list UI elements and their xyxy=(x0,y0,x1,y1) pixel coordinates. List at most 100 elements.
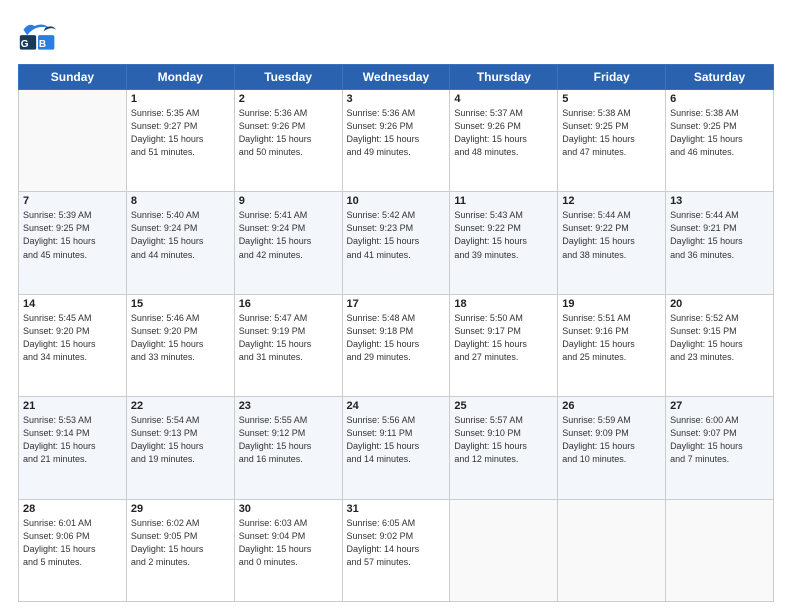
day-info: Sunrise: 6:01 AM Sunset: 9:06 PM Dayligh… xyxy=(23,517,122,569)
day-info: Sunrise: 5:57 AM Sunset: 9:10 PM Dayligh… xyxy=(454,414,553,466)
day-number: 6 xyxy=(670,93,769,105)
day-info: Sunrise: 5:45 AM Sunset: 9:20 PM Dayligh… xyxy=(23,312,122,364)
day-info: Sunrise: 6:00 AM Sunset: 9:07 PM Dayligh… xyxy=(670,414,769,466)
day-number: 26 xyxy=(562,400,661,412)
calendar-cell: 4 Sunrise: 5:37 AM Sunset: 9:26 PM Daylig… xyxy=(450,90,558,192)
day-number: 16 xyxy=(239,298,338,310)
calendar-header-row: SundayMondayTuesdayWednesdayThursdayFrid… xyxy=(19,65,774,90)
day-info: Sunrise: 5:51 AM Sunset: 9:16 PM Dayligh… xyxy=(562,312,661,364)
day-info: Sunrise: 5:52 AM Sunset: 9:15 PM Dayligh… xyxy=(670,312,769,364)
day-info: Sunrise: 6:02 AM Sunset: 9:05 PM Dayligh… xyxy=(131,517,230,569)
day-info: Sunrise: 5:35 AM Sunset: 9:27 PM Dayligh… xyxy=(131,107,230,159)
calendar-cell: 23Sunrise: 5:55 AM Sunset: 9:12 PM Dayli… xyxy=(234,397,342,499)
day-info: Sunrise: 5:47 AM Sunset: 9:19 PM Dayligh… xyxy=(239,312,338,364)
day-info: Sunrise: 5:56 AM Sunset: 9:11 PM Dayligh… xyxy=(347,414,446,466)
day-number: 3 xyxy=(347,93,446,105)
day-info: Sunrise: 5:54 AM Sunset: 9:13 PM Dayligh… xyxy=(131,414,230,466)
day-number: 2 xyxy=(239,93,338,105)
day-number: 27 xyxy=(670,400,769,412)
calendar-cell: 7 Sunrise: 5:39 AM Sunset: 9:25 PM Daylig… xyxy=(19,192,127,294)
calendar-cell: 20 Sunrise: 5:52 AM Sunset: 9:15 PM Dayli… xyxy=(666,294,774,396)
svg-text:B: B xyxy=(39,39,46,50)
calendar-cell: 27 Sunrise: 6:00 AM Sunset: 9:07 PM Dayli… xyxy=(666,397,774,499)
page: G B SundayMondayTuesdayWednesdayThursday… xyxy=(0,0,792,612)
calendar-cell: 22 Sunrise: 5:54 AM Sunset: 9:13 PM Dayli… xyxy=(126,397,234,499)
col-header-sunday: Sunday xyxy=(19,65,127,90)
day-number: 13 xyxy=(670,195,769,207)
week-row-2: 7 Sunrise: 5:39 AM Sunset: 9:25 PM Daylig… xyxy=(19,192,774,294)
day-number: 12 xyxy=(562,195,661,207)
day-info: Sunrise: 5:40 AM Sunset: 9:24 PM Dayligh… xyxy=(131,209,230,261)
day-number: 9 xyxy=(239,195,338,207)
calendar-cell: 3 Sunrise: 5:36 AM Sunset: 9:26 PM Daylig… xyxy=(342,90,450,192)
calendar-cell: 30Sunrise: 6:03 AM Sunset: 9:04 PM Dayli… xyxy=(234,499,342,601)
day-number: 31 xyxy=(347,503,446,515)
calendar-cell: 8Sunrise: 5:40 AM Sunset: 9:24 PM Daylig… xyxy=(126,192,234,294)
day-number: 4 xyxy=(454,93,553,105)
day-number: 25 xyxy=(454,400,553,412)
calendar-cell: 17 Sunrise: 5:48 AM Sunset: 9:18 PM Dayli… xyxy=(342,294,450,396)
day-number: 7 xyxy=(23,195,122,207)
calendar-cell: 2Sunrise: 5:36 AM Sunset: 9:26 PM Daylig… xyxy=(234,90,342,192)
header: G B xyxy=(18,18,774,54)
day-number: 1 xyxy=(131,93,230,105)
col-header-tuesday: Tuesday xyxy=(234,65,342,90)
col-header-wednesday: Wednesday xyxy=(342,65,450,90)
day-number: 15 xyxy=(131,298,230,310)
day-info: Sunrise: 5:50 AM Sunset: 9:17 PM Dayligh… xyxy=(454,312,553,364)
week-row-5: 28 Sunrise: 6:01 AM Sunset: 9:06 PM Dayli… xyxy=(19,499,774,601)
logo: G B xyxy=(18,18,60,54)
col-header-thursday: Thursday xyxy=(450,65,558,90)
day-info: Sunrise: 5:38 AM Sunset: 9:25 PM Dayligh… xyxy=(670,107,769,159)
calendar-cell: 1 Sunrise: 5:35 AM Sunset: 9:27 PM Daylig… xyxy=(126,90,234,192)
day-number: 23 xyxy=(239,400,338,412)
day-info: Sunrise: 5:48 AM Sunset: 9:18 PM Dayligh… xyxy=(347,312,446,364)
calendar-cell: 13 Sunrise: 5:44 AM Sunset: 9:21 PM Dayli… xyxy=(666,192,774,294)
day-number: 29 xyxy=(131,503,230,515)
day-number: 20 xyxy=(670,298,769,310)
day-number: 5 xyxy=(562,93,661,105)
day-number: 21 xyxy=(23,400,122,412)
calendar-cell: 16 Sunrise: 5:47 AM Sunset: 9:19 PM Dayli… xyxy=(234,294,342,396)
calendar-cell: 5 Sunrise: 5:38 AM Sunset: 9:25 PM Daylig… xyxy=(558,90,666,192)
day-info: Sunrise: 5:59 AM Sunset: 9:09 PM Dayligh… xyxy=(562,414,661,466)
day-info: Sunrise: 5:39 AM Sunset: 9:25 PM Dayligh… xyxy=(23,209,122,261)
week-row-1: 1 Sunrise: 5:35 AM Sunset: 9:27 PM Daylig… xyxy=(19,90,774,192)
day-info: Sunrise: 5:36 AM Sunset: 9:26 PM Dayligh… xyxy=(347,107,446,159)
calendar-cell xyxy=(450,499,558,601)
calendar-cell xyxy=(558,499,666,601)
calendar-cell: 19 Sunrise: 5:51 AM Sunset: 9:16 PM Dayli… xyxy=(558,294,666,396)
day-info: Sunrise: 5:41 AM Sunset: 9:24 PM Dayligh… xyxy=(239,209,338,261)
day-number: 24 xyxy=(347,400,446,412)
calendar-cell: 25 Sunrise: 5:57 AM Sunset: 9:10 PM Dayli… xyxy=(450,397,558,499)
calendar-cell: 24 Sunrise: 5:56 AM Sunset: 9:11 PM Dayli… xyxy=(342,397,450,499)
day-number: 17 xyxy=(347,298,446,310)
day-info: Sunrise: 6:05 AM Sunset: 9:02 PM Dayligh… xyxy=(347,517,446,569)
calendar-cell xyxy=(19,90,127,192)
day-info: Sunrise: 5:42 AM Sunset: 9:23 PM Dayligh… xyxy=(347,209,446,261)
day-number: 28 xyxy=(23,503,122,515)
calendar-cell xyxy=(666,499,774,601)
day-info: Sunrise: 5:44 AM Sunset: 9:21 PM Dayligh… xyxy=(670,209,769,261)
day-number: 18 xyxy=(454,298,553,310)
day-number: 19 xyxy=(562,298,661,310)
calendar-cell: 9 Sunrise: 5:41 AM Sunset: 9:24 PM Daylig… xyxy=(234,192,342,294)
calendar-cell: 29 Sunrise: 6:02 AM Sunset: 9:05 PM Dayli… xyxy=(126,499,234,601)
calendar-cell: 31 Sunrise: 6:05 AM Sunset: 9:02 PM Dayli… xyxy=(342,499,450,601)
day-number: 22 xyxy=(131,400,230,412)
day-number: 10 xyxy=(347,195,446,207)
day-info: Sunrise: 5:46 AM Sunset: 9:20 PM Dayligh… xyxy=(131,312,230,364)
logo-bird-icon: G B xyxy=(18,18,58,54)
day-info: Sunrise: 5:38 AM Sunset: 9:25 PM Dayligh… xyxy=(562,107,661,159)
calendar-cell: 6 Sunrise: 5:38 AM Sunset: 9:25 PM Daylig… xyxy=(666,90,774,192)
day-number: 11 xyxy=(454,195,553,207)
calendar-cell: 14 Sunrise: 5:45 AM Sunset: 9:20 PM Dayli… xyxy=(19,294,127,396)
calendar-cell: 26 Sunrise: 5:59 AM Sunset: 9:09 PM Dayli… xyxy=(558,397,666,499)
day-info: Sunrise: 5:44 AM Sunset: 9:22 PM Dayligh… xyxy=(562,209,661,261)
day-number: 14 xyxy=(23,298,122,310)
day-info: Sunrise: 5:37 AM Sunset: 9:26 PM Dayligh… xyxy=(454,107,553,159)
day-info: Sunrise: 5:43 AM Sunset: 9:22 PM Dayligh… xyxy=(454,209,553,261)
calendar-cell: 18 Sunrise: 5:50 AM Sunset: 9:17 PM Dayli… xyxy=(450,294,558,396)
col-header-monday: Monday xyxy=(126,65,234,90)
day-number: 30 xyxy=(239,503,338,515)
